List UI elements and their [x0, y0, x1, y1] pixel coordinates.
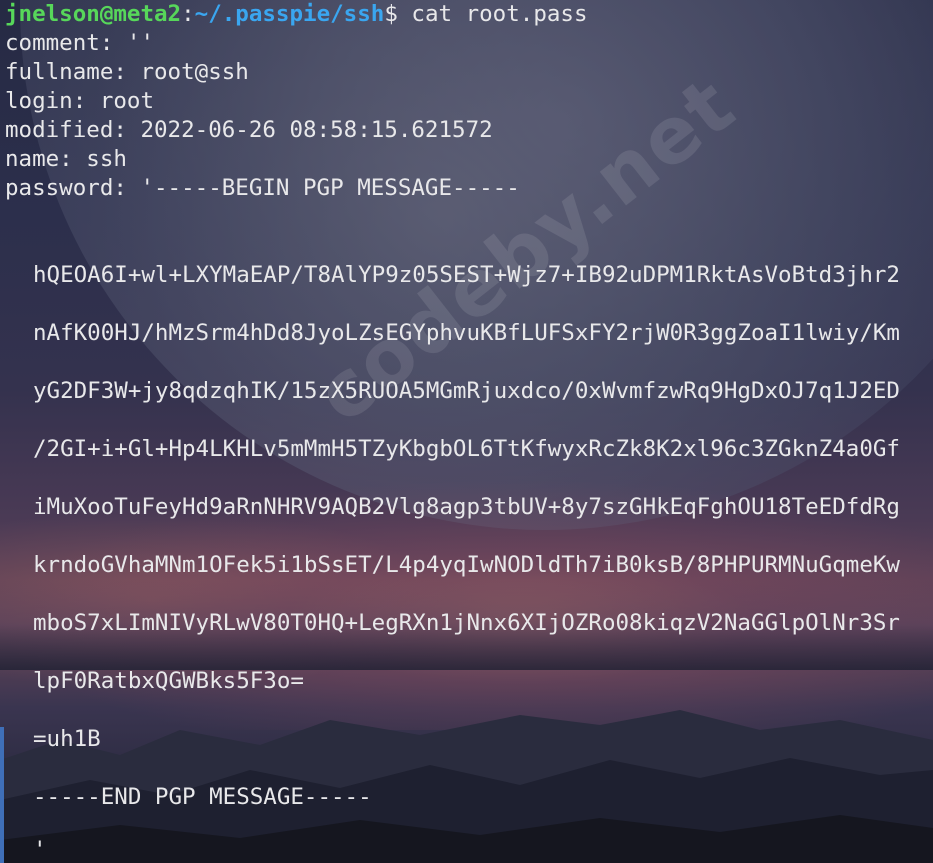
pgp-line: iMuXooTuFeyHd9aRnNHRV9AQB2Vlg8agp3tbUV+8…	[33, 494, 900, 520]
field-comment: comment: ''	[5, 30, 155, 56]
pgp-line: nAfK00HJ/hMzSrm4hDd8JyoLZsEGYphvuKBfLUFS…	[33, 320, 900, 346]
pgp-line: hQEOA6I+wl+LXYMaEAP/T8AlYP9z05SEST+Wjz7+…	[33, 262, 900, 288]
terminal-window[interactable]: codeby.net jnelson@meta2:~/.passpie/ssh$…	[0, 0, 933, 863]
rocky-foreground	[0, 710, 933, 863]
pgp-line: krndoGVhaMNm1OFek5i1bSsET/L4p4yqIwNODldT…	[33, 552, 900, 578]
pgp-line: lpF0RatbxQGWBks5F3o=	[33, 668, 304, 694]
closing-quote: '	[33, 837, 47, 863]
prompt-symbol: $	[384, 1, 398, 27]
terminal-output: jnelson@meta2:~/.passpie/ssh$ cat root.p…	[5, 0, 930, 203]
field-password: password: '-----BEGIN PGP MESSAGE-----	[5, 175, 520, 201]
field-name: name: ssh	[5, 146, 127, 172]
prompt-colon: :	[181, 1, 195, 27]
scroll-marker	[0, 727, 4, 863]
prompt-path: ~/.passpie/ssh	[194, 1, 385, 27]
pgp-checksum: =uh1B	[33, 726, 101, 752]
prompt-line: jnelson@meta2:~/.passpie/ssh$ cat root.p…	[5, 0, 930, 29]
prompt-user-host: jnelson@meta2	[5, 1, 182, 27]
field-fullname: fullname: root@ssh	[5, 59, 249, 85]
pgp-line: /2GI+i+Gl+Hp4LKHLv5mMmH5TZyKbgbOL6TtKfwy…	[33, 436, 900, 462]
command-text: cat root.pass	[397, 1, 588, 27]
field-modified: modified: 2022-06-26 08:58:15.621572	[5, 117, 493, 143]
pgp-line: mboS7xLImNIVyRLwV80T0HQ+LegRXn1jNnx6XIjO…	[33, 610, 900, 636]
field-login: login: root	[5, 88, 155, 114]
pgp-end-marker: -----END PGP MESSAGE-----	[33, 784, 372, 810]
pgp-line: yG2DF3W+jy8qdzqhIK/15zX5RUOA5MGmRjuxdco/…	[33, 378, 900, 404]
